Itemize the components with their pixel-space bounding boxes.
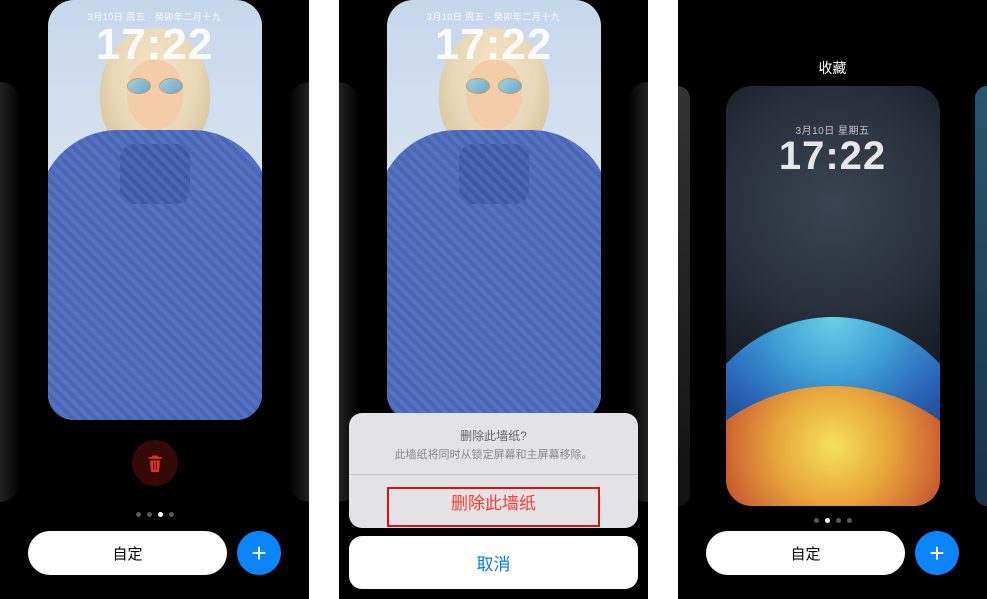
action-sheet-subtitle: 此墙纸将同时从锁定屏幕和主屏幕移除。 — [365, 446, 622, 462]
photo-face — [127, 60, 183, 130]
photo-sweater — [48, 130, 262, 420]
lockscreen-time: 17:22 — [48, 20, 262, 70]
action-sheet: 删除此墙纸? 此墙纸将同时从锁定屏幕和主屏幕移除。 删除此墙纸 取消 — [349, 413, 638, 589]
lockscreen-time: 17:22 — [726, 134, 940, 179]
bottom-toolbar: 自定 + — [706, 531, 959, 575]
customize-button[interactable]: 自定 — [28, 531, 227, 575]
action-sheet-delete-button[interactable]: 删除此墙纸 — [349, 475, 638, 528]
photo-face — [466, 60, 522, 130]
action-sheet-cancel-button[interactable]: 取消 — [349, 536, 638, 589]
photo-sunglasses — [466, 78, 522, 94]
page-dot — [814, 518, 819, 523]
wallpaper-peek-right[interactable] — [975, 86, 987, 506]
page-dot — [136, 512, 141, 517]
phone-panel-delete-mode: 3月10日 周五 · 癸卯年二月十九 17:22 自定 + — [0, 0, 309, 599]
wallpaper-peek-left[interactable] — [678, 86, 690, 506]
add-wallpaper-button[interactable]: + — [915, 531, 959, 575]
phone-panel-collection: 收藏 3月10日 星期五 17:22 自定 + — [678, 0, 987, 599]
action-sheet-group: 删除此墙纸? 此墙纸将同时从锁定屏幕和主屏幕移除。 删除此墙纸 — [349, 413, 638, 528]
lockscreen-time: 17:22 — [387, 20, 601, 70]
page-dot — [169, 512, 174, 517]
customize-button[interactable]: 自定 — [706, 531, 905, 575]
photo-sweater — [387, 130, 601, 420]
wallpaper-peek-left[interactable] — [0, 82, 20, 502]
page-dot — [836, 518, 841, 523]
bottom-toolbar: 自定 + — [28, 531, 281, 575]
page-dot-active — [158, 512, 163, 517]
action-sheet-header: 删除此墙纸? 此墙纸将同时从锁定屏幕和主屏幕移除。 — [349, 413, 638, 475]
page-dot — [847, 518, 852, 523]
wallpaper-preview-card: 3月10日 周五 · 癸卯年二月十九 17:22 — [387, 0, 601, 420]
page-indicator — [136, 512, 174, 517]
page-dot-active — [825, 518, 830, 523]
trash-icon — [145, 452, 165, 474]
wallpaper-preview-card[interactable]: 3月10日 周五 · 癸卯年二月十九 17:22 — [48, 0, 262, 420]
wallpaper-preview-card[interactable]: 3月10日 星期五 17:22 — [726, 86, 940, 506]
wallpaper-peek-right[interactable] — [289, 82, 309, 502]
collection-title: 收藏 — [678, 58, 987, 78]
page-dot — [147, 512, 152, 517]
phone-panel-confirm-delete: 3月10日 周五 · 癸卯年二月十九 17:22 删除此墙纸? 此墙纸将同时从锁… — [339, 0, 648, 599]
action-sheet-title: 删除此墙纸? — [365, 427, 622, 444]
photo-sunglasses — [127, 78, 183, 94]
page-indicator — [814, 518, 852, 523]
delete-wallpaper-button[interactable] — [132, 440, 178, 486]
add-wallpaper-button[interactable]: + — [237, 531, 281, 575]
